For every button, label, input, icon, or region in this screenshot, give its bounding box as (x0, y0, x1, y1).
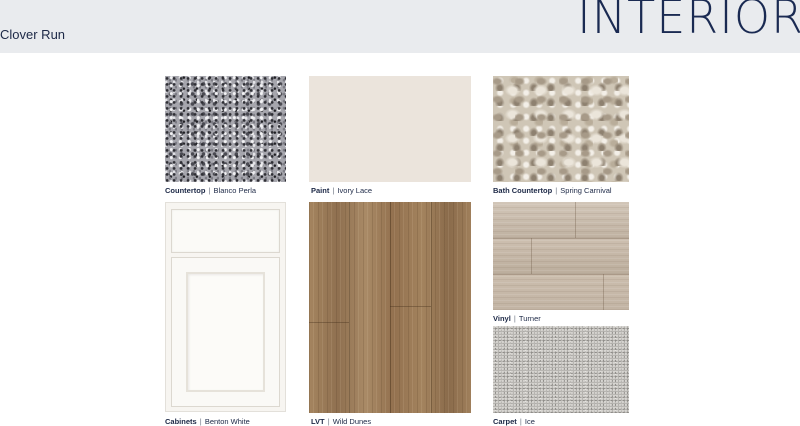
page-header: Clover Run INTERIOR (0, 0, 800, 53)
bath-countertop-caption: Bath Countertop | Spring Carnival (493, 186, 612, 195)
paint-caption: Paint | Ivory Lace (311, 186, 372, 195)
plank-seam (531, 238, 532, 274)
bath-countertop-value: Spring Carnival (560, 186, 612, 195)
caption-separator: | (553, 186, 560, 195)
cabinets-label: Cabinets (165, 417, 197, 426)
cabinet-door-panel (186, 272, 265, 392)
carpet-caption: Carpet | Ice (493, 417, 535, 426)
plank-seam (575, 202, 576, 238)
carpet-swatch-image (493, 326, 629, 413)
caption-separator: | (197, 417, 204, 426)
countertop-label: Countertop (165, 186, 206, 195)
paint-label: Paint (311, 186, 330, 195)
lvt-label: LVT (311, 417, 325, 426)
plank-seam (431, 202, 432, 413)
countertop-caption: Countertop | Blanco Perla (165, 186, 256, 195)
cabinet-drawer-front (171, 209, 280, 253)
paint-value: Ivory Lace (337, 186, 373, 195)
plank-seam (493, 238, 629, 239)
plank-seam (390, 202, 391, 413)
lvt-swatch-image (309, 202, 471, 413)
paint-swatch-image (309, 76, 471, 182)
lvt-value: Wild Dunes (332, 417, 372, 426)
community-name: Clover Run (0, 27, 66, 42)
carpet-label: Carpet (493, 417, 517, 426)
vinyl-caption: Vinyl | Turner (493, 314, 541, 323)
plank-seam (603, 274, 604, 310)
carpet-value: Ice (524, 417, 535, 426)
vinyl-value: Turner (518, 314, 541, 323)
caption-separator: | (325, 417, 332, 426)
plank-seam (493, 274, 629, 275)
countertop-value: Blanco Perla (213, 186, 257, 195)
caption-separator: | (511, 314, 518, 323)
caption-separator: | (517, 417, 524, 426)
page-heading: INTERIOR (577, 0, 800, 44)
vinyl-swatch-image (493, 202, 629, 310)
plank-seam (349, 202, 350, 413)
caption-separator: | (206, 186, 213, 195)
plank-seam (309, 322, 349, 323)
cabinets-value: Benton White (204, 417, 250, 426)
countertop-swatch-image (165, 76, 286, 182)
lvt-caption: LVT | Wild Dunes (311, 417, 371, 426)
bath-countertop-swatch-image (493, 76, 629, 182)
caption-separator: | (330, 186, 337, 195)
cabinets-caption: Cabinets | Benton White (165, 417, 250, 426)
cabinets-swatch-image (165, 202, 286, 412)
bath-countertop-label: Bath Countertop (493, 186, 553, 195)
cabinet-door (171, 257, 280, 407)
vinyl-label: Vinyl (493, 314, 511, 323)
plank-seam (390, 306, 431, 307)
